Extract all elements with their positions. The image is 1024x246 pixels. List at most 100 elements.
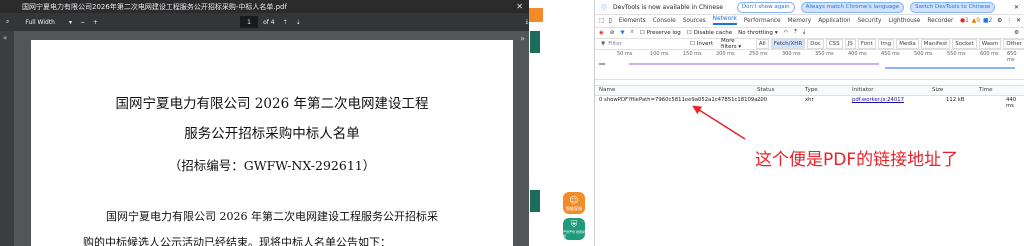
col-size[interactable]: Size — [932, 87, 943, 93]
filter-icon[interactable]: ▼ — [620, 30, 624, 36]
site-orange-accent — [529, 8, 543, 22]
tab-lighthouse[interactable]: Lighthouse — [888, 18, 920, 24]
error-count[interactable]: ●1 — [960, 18, 969, 24]
preserve-log-checkbox[interactable]: ☐ — [640, 30, 645, 36]
doc-body-line1: 国网宁夏电力有限公司 2026 年第二次电网建设工程服务公开招标采 — [106, 210, 438, 223]
pdf-titlebar: 国网宁夏电力有限公司2026年第二次电网建设工程服务公开招标采购-中标人名单.p… — [0, 0, 529, 13]
close-icon[interactable]: ✕ — [1014, 4, 1019, 11]
network-empty-area — [595, 106, 1024, 246]
wifi-icon[interactable]: ◠ — [784, 30, 789, 36]
tab-security[interactable]: Security — [858, 18, 882, 24]
timeline-tick: 200 ms — [716, 51, 735, 57]
row-name[interactable]: 0 showPDF?filePath=7960c5811ee9a052a1c47… — [599, 97, 763, 103]
issue-count[interactable]: ■2 — [983, 18, 992, 24]
banner-text: DevTools is now available in Chinese — [613, 3, 723, 11]
more-filters-button[interactable]: More filters ▾ — [721, 38, 748, 50]
filter-css[interactable]: CSS — [825, 38, 843, 49]
pdf-window-title: 国网宁夏电力有限公司2026年第二次电网建设工程服务公开招标采购-中标人名单.p… — [22, 2, 287, 11]
table-row[interactable]: 0 showPDF?filePath=7960c5811ee9a052a1c47… — [595, 96, 1024, 109]
filter-fetch-xhr[interactable]: Fetch/XHR — [770, 38, 806, 49]
info-icon: ⓘ — [601, 4, 608, 12]
inspect-icon[interactable]: ⬚ — [599, 18, 604, 24]
expand-panel-icon[interactable]: » — [520, 34, 525, 43]
zoom-out-button[interactable]: − — [80, 19, 85, 26]
row-initiator-link[interactable]: pdf.worker.js:24017 — [852, 97, 904, 103]
tab-recorder[interactable]: Recorder — [927, 18, 953, 24]
col-status[interactable]: Status — [757, 87, 775, 93]
filter-all[interactable]: All — [755, 38, 769, 49]
page-total: of 4 — [263, 18, 275, 26]
zoom-select[interactable]: Full Width — [25, 19, 55, 26]
disable-cache-checkbox[interactable]: ☐ — [687, 30, 692, 36]
timeline-tick: 400 ms — [848, 51, 867, 57]
website-page: ☺ 智能客服 ⛨ 严管严管 线索举报 国网宁夏电力有限公司2026年第二次电网建… — [0, 0, 594, 246]
report-label: 严管严管 线索举报 — [563, 230, 585, 238]
shield-icon: ⛨ — [570, 220, 578, 230]
filter-js[interactable]: JS — [844, 38, 856, 49]
tab-sources[interactable]: Sources — [683, 18, 706, 24]
disable-cache-label: Disable cache — [693, 29, 733, 36]
more-icon[interactable]: ⋮ — [1006, 18, 1012, 24]
record-icon[interactable]: ◉ — [599, 30, 604, 36]
filter-manifest[interactable]: Manifest — [920, 38, 951, 49]
network-timeline[interactable]: 50 ms 100 ms 150 ms 200 ms 250 ms 300 ms… — [595, 49, 1024, 80]
timeline-tick: 550 ms — [947, 51, 966, 57]
settings-icon[interactable]: ⚙ — [1014, 30, 1019, 36]
always-match-button[interactable]: Always match Chrome's language — [800, 1, 905, 13]
download-icon[interactable]: ⤓ — [526, 18, 529, 26]
site-right-band-top — [530, 31, 540, 53]
warning-count[interactable]: ▲9 — [972, 18, 980, 24]
upload-icon[interactable]: ⤒ — [794, 29, 796, 36]
filter-socket[interactable]: Socket — [952, 38, 977, 49]
filter-font[interactable]: Font — [857, 38, 876, 49]
clear-icon[interactable]: ⊘ — [610, 30, 615, 36]
tab-console[interactable]: Console — [653, 18, 676, 24]
search-icon[interactable]: ⌕ — [631, 29, 634, 36]
close-icon[interactable]: ✕ — [516, 2, 523, 11]
timeline-bar — [885, 67, 1015, 69]
throttling-select[interactable]: No throttling — [738, 30, 773, 36]
filter-media[interactable]: Media — [896, 38, 919, 49]
invert-checkbox[interactable]: ☐ — [690, 41, 695, 47]
tab-performance[interactable]: Performance — [744, 18, 781, 24]
tab-network[interactable]: Network — [712, 16, 737, 25]
invert-label: Invert — [696, 40, 713, 47]
devtools-panel: ⓘ DevTools is now available in Chinese D… — [594, 0, 1024, 246]
filter-icon: ▼ — [601, 40, 606, 47]
chevron-down-icon[interactable]: ▾ — [69, 19, 72, 26]
chevron-down-icon[interactable]: ▾ — [775, 30, 778, 36]
timeline-bar — [629, 63, 879, 65]
timeline-tick: 300 ms — [782, 51, 801, 57]
next-page-icon[interactable]: ⇣ — [296, 19, 301, 26]
close-icon[interactable]: ✕ — [1016, 18, 1021, 24]
device-icon[interactable]: ▯ — [608, 18, 611, 24]
filter-doc[interactable]: Doc — [807, 38, 824, 49]
switch-language-button[interactable]: Switch DevTools to Chinese — [910, 1, 996, 13]
robot-icon: ☺ — [569, 196, 579, 206]
download-icon[interactable]: ⤓ — [803, 29, 805, 36]
sidebar-toggle-icon[interactable]: « — [3, 34, 7, 42]
filter-img[interactable]: Img — [877, 38, 895, 49]
col-initiator[interactable]: Initiator — [852, 87, 873, 93]
search-icon[interactable]: ⌕ — [6, 18, 9, 26]
filter-wasm[interactable]: Wasm — [978, 38, 1002, 49]
row-type: xhr — [805, 97, 814, 103]
col-name[interactable]: Name — [599, 87, 615, 93]
page-number-input[interactable]: 1 — [240, 16, 259, 28]
col-type[interactable]: Type — [805, 87, 818, 93]
tab-application[interactable]: Application — [818, 18, 850, 24]
doc-title-line1: 国网宁夏电力有限公司 2026 年第二次电网建设工程 — [115, 96, 429, 112]
smart-service-badge[interactable]: ☺ 智能客服 — [563, 192, 585, 214]
col-time[interactable]: Time — [979, 87, 992, 93]
filter-input[interactable]: Filter — [608, 41, 690, 47]
preserve-log-label: Preserve log — [646, 29, 681, 36]
prev-page-icon[interactable]: ⇡ — [283, 19, 288, 26]
dont-show-button[interactable]: Don't show again — [736, 1, 795, 13]
tab-elements[interactable]: Elements — [619, 18, 646, 24]
filter-other[interactable]: Other — [1003, 38, 1024, 49]
row-size: 112 kB — [946, 97, 965, 103]
tab-memory[interactable]: Memory — [788, 18, 812, 24]
report-badge[interactable]: ⛨ 严管严管 线索举报 — [563, 218, 585, 240]
zoom-in-button[interactable]: + — [93, 19, 98, 26]
gear-icon[interactable]: ⚙ — [997, 18, 1002, 24]
